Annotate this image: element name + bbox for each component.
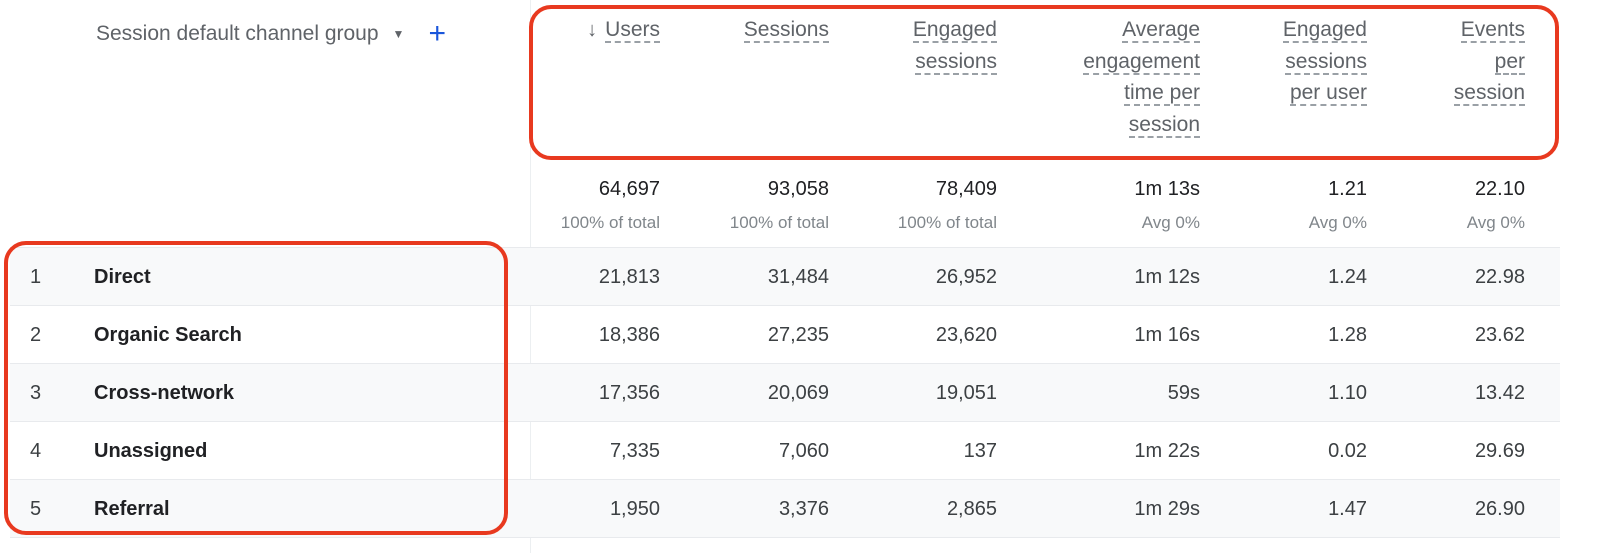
- row-rank: 3: [30, 382, 42, 404]
- column-header-label: per: [1494, 49, 1525, 75]
- cell-engaged-sessions-per-user: 0.02: [1328, 440, 1367, 462]
- column-header-label: sessions: [915, 49, 997, 75]
- column-header-label: time per: [1124, 81, 1200, 106]
- plus-icon[interactable]: +: [428, 19, 446, 49]
- column-header-text: time per: [1040, 77, 1200, 109]
- channel-name[interactable]: Organic Search: [94, 306, 242, 364]
- column-header-label: Events: [1460, 18, 1525, 43]
- column-header-label: Engaged: [1282, 18, 1367, 43]
- cell-users: 21,813: [598, 266, 660, 288]
- total-value: 1.21: [1328, 178, 1367, 200]
- cell-events-per-session: 23.62: [1474, 324, 1525, 346]
- column-header-text: sessions: [1207, 46, 1367, 78]
- column-header-label: sessions: [1285, 49, 1367, 75]
- cell-engaged-sessions-per-user: 1.28: [1328, 324, 1367, 346]
- cell-sessions: 20,069: [767, 382, 829, 404]
- column-header-label: Average: [1122, 18, 1200, 43]
- column-header-text: Events: [1365, 14, 1525, 46]
- column-header-label: Sessions: [743, 18, 829, 43]
- table-row[interactable]: 1 Direct 21,813 31,484 26,952 1m 12s 1.24 22.98: [10, 247, 1560, 306]
- column-header-label: per user: [1289, 81, 1367, 106]
- cell-events-per-session: 22.98: [1474, 266, 1525, 288]
- cell-users: 17,356: [598, 382, 660, 404]
- total-subtext: 100% of total: [897, 213, 997, 232]
- total-subtext: Avg 0%: [1466, 213, 1525, 232]
- dimension-selector[interactable]: Session default channel group ▼ +: [96, 18, 446, 50]
- column-header-engaged-sessions[interactable]: Engaged sessions: [837, 14, 997, 77]
- row-rank: 5: [30, 498, 42, 520]
- cell-avg-engagement-time: 59s: [1167, 382, 1200, 404]
- cell-engaged-sessions: 23,620: [935, 324, 997, 346]
- column-header-label: session: [1453, 81, 1525, 106]
- dimension-label: Session default channel group: [96, 22, 379, 45]
- column-header-text: session: [1040, 109, 1200, 141]
- table-row[interactable]: 2 Organic Search 18,386 27,235 23,620 1m 16s 1…: [10, 305, 1560, 364]
- row-rank: 2: [30, 324, 42, 346]
- column-header-users[interactable]: ↓ Users: [500, 14, 660, 47]
- cell-sessions: 3,376: [778, 498, 829, 520]
- column-header-engaged-sessions-per-user[interactable]: Engaged sessions per user: [1207, 14, 1367, 109]
- total-value: 78,409: [935, 178, 997, 200]
- cell-engaged-sessions: 19,051: [935, 382, 997, 404]
- caret-down-icon[interactable]: ▼: [393, 27, 405, 41]
- cell-avg-engagement-time: 1m 22s: [1134, 440, 1200, 462]
- column-header-text: Engaged: [1207, 14, 1367, 46]
- total-value: 22.10: [1474, 178, 1525, 200]
- channel-name[interactable]: Cross-network: [94, 364, 234, 422]
- cell-events-per-session: 29.69: [1474, 440, 1525, 462]
- total-subtext: 100% of total: [560, 213, 660, 232]
- column-header-label: Engaged: [912, 18, 997, 43]
- column-header-text: session: [1365, 77, 1525, 109]
- column-header-text: Engaged: [837, 14, 997, 46]
- channel-name[interactable]: Referral: [94, 480, 170, 538]
- cell-engaged-sessions-per-user: 1.10: [1328, 382, 1367, 404]
- column-header-text: per user: [1207, 77, 1367, 109]
- total-value: 1m 13s: [1134, 178, 1200, 200]
- cell-sessions: 7,060: [778, 440, 829, 462]
- cell-avg-engagement-time: 1m 12s: [1134, 266, 1200, 288]
- cell-avg-engagement-time: 1m 16s: [1134, 324, 1200, 346]
- row-rank: 4: [30, 440, 42, 462]
- total-subtext: Avg 0%: [1308, 213, 1367, 232]
- cell-engaged-sessions-per-user: 1.24: [1328, 266, 1367, 288]
- total-subtext: 100% of total: [729, 213, 829, 232]
- cell-avg-engagement-time: 1m 29s: [1134, 498, 1200, 520]
- column-header-events-per-session[interactable]: Events per session: [1365, 14, 1525, 109]
- column-header-label: Users: [605, 18, 660, 43]
- column-header-text: Sessions: [669, 14, 829, 46]
- column-header-text: per: [1365, 46, 1525, 78]
- table-row[interactable]: 3 Cross-network 17,356 20,069 19,051 59s 1.10 1…: [10, 363, 1560, 422]
- arrow-down-icon[interactable]: ↓: [587, 19, 597, 41]
- column-header-text: Average: [1040, 14, 1200, 46]
- cell-engaged-sessions: 26,952: [935, 266, 997, 288]
- total-value: 64,697: [598, 178, 660, 200]
- cell-engaged-sessions: 137: [963, 440, 997, 462]
- table-row[interactable]: 5 Referral 1,950 3,376 2,865 1m 29s 1.47 26.90: [10, 479, 1560, 538]
- column-header-label: session: [1128, 112, 1200, 138]
- cell-users: 18,386: [598, 324, 660, 346]
- cell-sessions: 31,484: [767, 266, 829, 288]
- column-header-text: ↓ Users: [500, 14, 660, 47]
- cell-events-per-session: 13.42: [1474, 382, 1525, 404]
- cell-users: 7,335: [609, 440, 660, 462]
- channel-name[interactable]: Direct: [94, 248, 151, 306]
- table-bottom-border: [10, 537, 1560, 538]
- cell-engaged-sessions: 2,865: [946, 498, 997, 520]
- column-header-text: sessions: [837, 46, 997, 78]
- total-subtext: Avg 0%: [1141, 213, 1200, 232]
- table-row[interactable]: 4 Unassigned 7,335 7,060 137 1m 22s 0.02 29.69: [10, 421, 1560, 480]
- column-header-text: engagement: [1040, 46, 1200, 78]
- cell-events-per-session: 26.90: [1474, 498, 1525, 520]
- column-header-sessions[interactable]: Sessions: [669, 14, 829, 46]
- cell-users: 1,950: [609, 498, 660, 520]
- cell-sessions: 27,235: [767, 324, 829, 346]
- column-header-label: engagement: [1083, 49, 1200, 75]
- cell-engaged-sessions-per-user: 1.47: [1328, 498, 1367, 520]
- channel-name[interactable]: Unassigned: [94, 422, 207, 480]
- row-rank: 1: [30, 266, 42, 288]
- total-value: 93,058: [767, 178, 829, 200]
- column-header-avg-engagement-time[interactable]: Average engagement time per session: [1040, 14, 1200, 140]
